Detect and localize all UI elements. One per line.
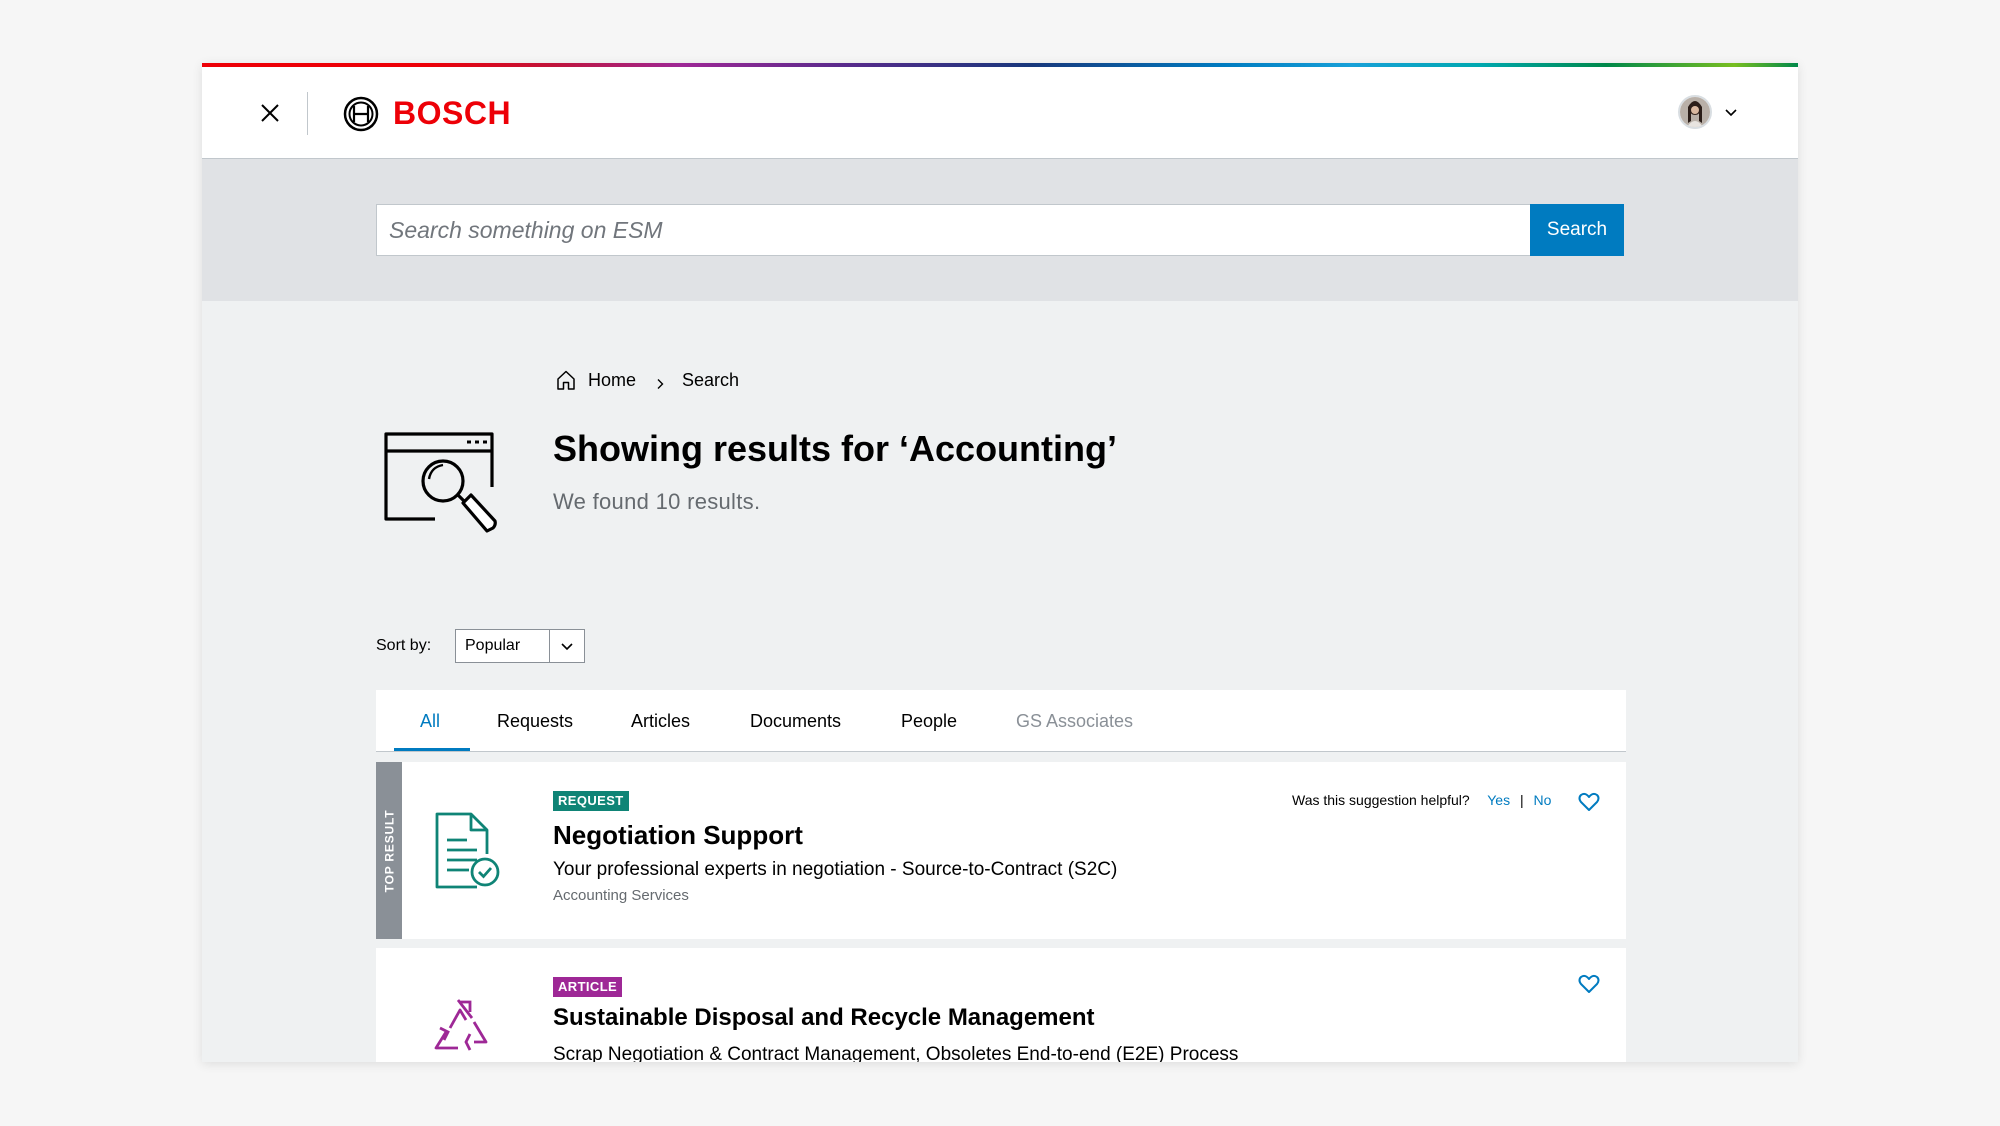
result-card[interactable]: TOP RESULT REQUEST Negotiation Support Y… [376,762,1626,939]
request-badge: REQUEST [553,791,629,811]
result-description: Your professional experts in negotiation… [553,859,1118,880]
page-title: Showing results for ‘Accounting’ [553,428,1118,469]
tab-documents[interactable]: Documents [750,690,841,751]
app-window: BOSCH Search Home Search [202,63,1798,1062]
chevron-right-icon [654,374,666,389]
close-icon[interactable] [256,99,284,127]
top-result-ribbon: TOP RESULT [376,762,402,939]
helpful-yes-link[interactable]: Yes [1487,792,1510,808]
search-results-illustration-icon [383,431,499,535]
tab-gs-associates[interactable]: GS Associates [1016,690,1133,751]
tab-all[interactable]: All [420,690,440,751]
breadcrumb-home[interactable]: Home [588,370,636,391]
result-description: Scrap Negotiation & Contract Management,… [553,1044,1239,1062]
tab-requests[interactable]: Requests [497,690,573,751]
helpful-separator: | [1519,792,1524,808]
result-title[interactable]: Sustainable Disposal and Recycle Managem… [553,1004,1095,1032]
tab-articles[interactable]: Articles [631,690,690,751]
search-button[interactable]: Search [1530,204,1624,256]
helpful-question: Was this suggestion helpful? [1292,792,1470,808]
bosch-logo[interactable]: BOSCH [343,95,511,132]
result-card[interactable]: ARTICLE Sustainable Disposal and Recycle… [376,948,1626,1062]
search-input[interactable] [376,204,1532,256]
chevron-down-icon[interactable] [1724,105,1738,119]
header-divider [307,92,308,135]
heart-icon[interactable] [1578,974,1600,994]
heart-icon[interactable] [1578,792,1600,812]
results-tabs: All Requests Articles Documents People G… [376,690,1626,752]
active-tab-indicator [394,748,470,751]
document-check-icon [435,812,501,895]
search-band: Search [202,159,1798,301]
result-title[interactable]: Negotiation Support [553,820,803,851]
results-count: We found 10 results. [553,489,761,514]
home-icon[interactable] [554,368,578,392]
sort-selected-value: Popular [465,637,521,654]
brand-name: BOSCH [393,95,512,131]
breadcrumb: Home Search [554,368,739,392]
tab-people[interactable]: People [901,690,957,751]
top-result-label: TOP RESULT [382,809,396,892]
helpful-no-link[interactable]: No [1534,792,1552,808]
chevron-down-icon [549,630,584,662]
sort-dropdown[interactable]: Popular [455,629,585,663]
helpful-feedback: Was this suggestion helpful? Yes | No [1292,792,1551,808]
recycle-icon [430,998,498,1062]
article-badge: ARTICLE [553,977,623,997]
top-navigation-bar: BOSCH [202,67,1798,159]
avatar[interactable] [1678,95,1712,129]
breadcrumb-current: Search [682,369,740,390]
bosch-armature-icon [343,96,379,131]
result-category: Accounting Services [553,887,689,904]
sort-label: Sort by: [376,637,432,654]
